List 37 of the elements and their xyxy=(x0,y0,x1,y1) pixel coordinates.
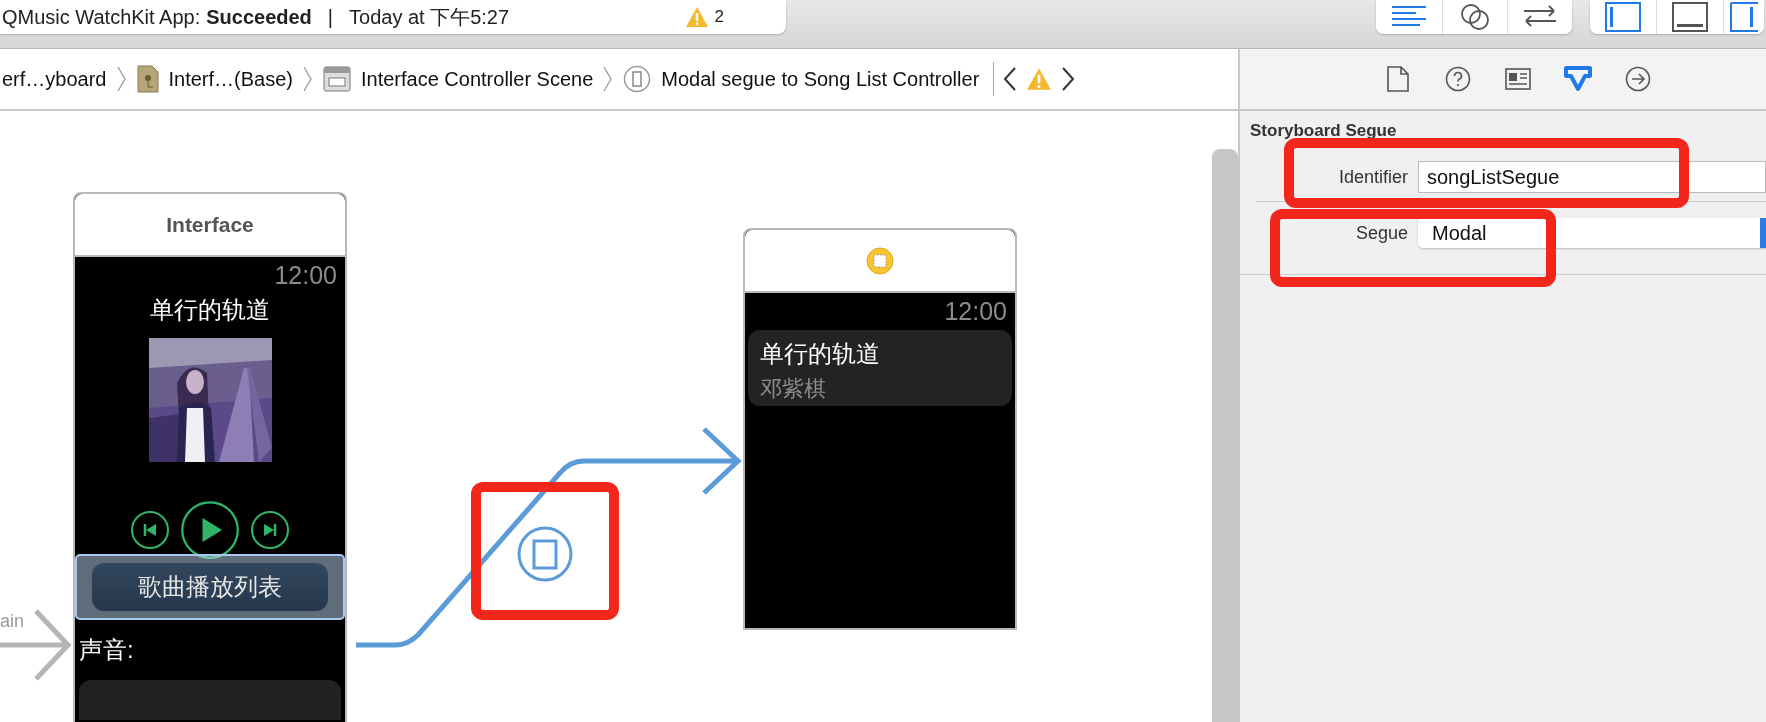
scene-title: Interface xyxy=(166,212,254,237)
storyboard-file-icon xyxy=(136,65,159,93)
volume-label: 声音: xyxy=(79,635,135,665)
chevron-icon xyxy=(116,66,127,92)
field-label: Segue xyxy=(1354,222,1409,244)
identifier-field[interactable]: songListSegue xyxy=(1418,161,1766,193)
song-list-scene[interactable]: 12:00 单行的轨道 邓紫棋 xyxy=(743,228,1017,630)
artist-name: 邓紫棋 xyxy=(760,375,827,403)
build-time-text: Today at 下午5:27 xyxy=(349,4,510,30)
entry-point-label: ain xyxy=(0,611,25,632)
breadcrumb-item[interactable]: erf…yboard xyxy=(2,67,107,91)
playlist-button[interactable]: 歌曲播放列表 xyxy=(92,563,328,611)
warning-count: 2 xyxy=(714,7,724,27)
field-label: Identifier xyxy=(1337,166,1409,188)
interface-scene[interactable]: Interface 12:00 单行的轨道 歌曲播放列表 声音: xyxy=(73,192,347,722)
chevron-icon xyxy=(303,66,313,92)
controller-icon xyxy=(866,246,894,275)
song-title: 单行的轨道 xyxy=(760,339,881,369)
breadcrumb-item[interactable]: Interface Controller Scene xyxy=(323,66,594,92)
segue-icon[interactable] xyxy=(517,526,573,582)
build-status-text: QMusic WatchKit App: Succeeded xyxy=(2,5,312,29)
chevron-icon xyxy=(603,66,614,92)
breadcrumb-item[interactable]: Interf…(Base) xyxy=(136,65,293,93)
watch-time: 12:00 xyxy=(944,297,1007,326)
next-track-icon[interactable] xyxy=(250,510,290,550)
song-row[interactable]: 单行的轨道 邓紫棋 xyxy=(748,330,1012,406)
watch-time: 12:00 xyxy=(274,261,337,290)
segue-popup[interactable]: Modal xyxy=(1418,218,1766,248)
scrollbar-thumb[interactable] xyxy=(1212,149,1238,722)
previous-track-icon[interactable] xyxy=(130,510,170,550)
scene-icon xyxy=(323,66,351,92)
segue-icon xyxy=(623,65,652,93)
play-icon[interactable] xyxy=(180,500,240,560)
song-title: 单行的轨道 xyxy=(150,295,270,325)
section-title: Storyboard Segue xyxy=(1250,121,1398,141)
breadcrumb-item[interactable]: Modal segue to Song List Controller xyxy=(623,65,980,93)
status-separator: | xyxy=(327,5,334,29)
